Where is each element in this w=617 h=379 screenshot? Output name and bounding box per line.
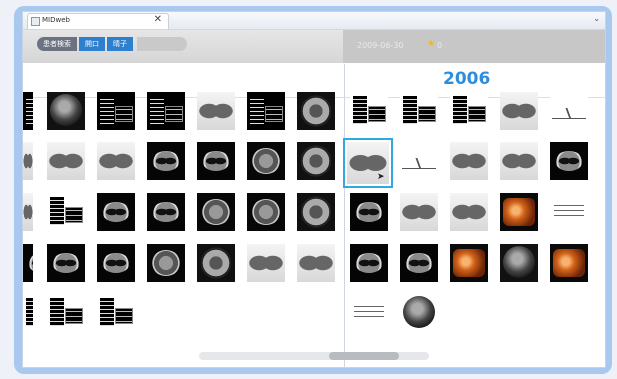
thumbnail-image[interactable]: [47, 142, 85, 180]
thumbnail-image[interactable]: [297, 92, 335, 130]
thumbnail-image[interactable]: [23, 92, 33, 130]
chevron-down-icon[interactable]: ⌄: [593, 14, 600, 23]
tab-title: MIDweb: [42, 16, 70, 24]
thumbnail-image[interactable]: [247, 193, 285, 231]
thumbnail-image[interactable]: [500, 92, 538, 130]
thumbnail-image[interactable]: [247, 142, 285, 180]
thumbnail-image[interactable]: [350, 92, 388, 130]
thumbnail-image[interactable]: [23, 244, 33, 282]
thumbnail-image[interactable]: [47, 193, 85, 231]
thumbnail-image[interactable]: [147, 142, 185, 180]
thumbnail-image[interactable]: [97, 294, 135, 332]
pointer-icon: ➤: [377, 172, 385, 182]
thumbnail-image[interactable]: [500, 142, 538, 180]
thumbnail-image[interactable]: [197, 193, 235, 231]
thumbnail-image[interactable]: [47, 294, 85, 332]
thumbnail-image[interactable]: [550, 244, 588, 282]
thumbnail-image[interactable]: [500, 193, 538, 231]
thumbnail-image[interactable]: [550, 92, 588, 130]
page-icon: [31, 17, 40, 26]
thumbnail-image[interactable]: [147, 92, 185, 130]
thumbnail-image[interactable]: [400, 294, 438, 332]
thumbnail-image[interactable]: [400, 142, 438, 180]
thumbnail-image[interactable]: [400, 244, 438, 282]
year-label: 2006: [443, 69, 491, 89]
thumbnail-image[interactable]: [350, 193, 388, 231]
thumbnail-image[interactable]: [400, 193, 438, 231]
thumbnail-image[interactable]: [350, 244, 388, 282]
thumbnail-image[interactable]: [197, 92, 235, 130]
thumbnail-image[interactable]: [550, 193, 588, 231]
thumbnail-image[interactable]: [247, 244, 285, 282]
breadcrumb-item-search[interactable]: 患者検索: [37, 37, 77, 51]
toolbar: 患者検索 開口 晴子 2009-06-30 ★ 0: [23, 30, 605, 63]
breadcrumb-item-given-name[interactable]: 晴子: [107, 37, 133, 51]
thumbnail-image[interactable]: [97, 244, 135, 282]
year-divider: [344, 64, 345, 367]
thumbnail-image[interactable]: [450, 92, 488, 130]
study-date: 2009-06-30: [357, 41, 404, 50]
breadcrumb-tail: [137, 37, 187, 51]
thumbnail-image[interactable]: [450, 244, 488, 282]
thumbnail-image[interactable]: [97, 92, 135, 130]
thumbnail-image[interactable]: [147, 193, 185, 231]
thumbnail-image[interactable]: [400, 92, 438, 130]
thumbnail-image[interactable]: [550, 142, 588, 180]
browser-tab[interactable]: MIDweb ✕: [27, 13, 169, 29]
breadcrumb-item-surname[interactable]: 開口: [79, 37, 105, 51]
thumbnail-image[interactable]: [247, 92, 285, 130]
thumbnail-image[interactable]: [450, 142, 488, 180]
thumbnail-image[interactable]: [147, 244, 185, 282]
thumbnail-image[interactable]: [297, 193, 335, 231]
thumbnail-image[interactable]: [500, 244, 538, 282]
thumbnail-image[interactable]: [47, 92, 85, 130]
study-info: 2009-06-30 ★ 0: [343, 30, 605, 63]
breadcrumb-bar: 患者検索 開口 晴子: [23, 30, 343, 63]
thumbnail-image[interactable]: [350, 294, 388, 332]
thumbnail-image[interactable]: [23, 294, 33, 332]
star-count: 0: [437, 41, 443, 50]
thumbnail-image[interactable]: [97, 193, 135, 231]
thumbnail-image[interactable]: [97, 142, 135, 180]
thumbnail-image[interactable]: [297, 142, 335, 180]
thumbnail-image[interactable]: [450, 193, 488, 231]
title-bar: MIDweb ✕ ⌄: [23, 12, 605, 30]
thumbnail-image[interactable]: [47, 244, 85, 282]
thumbnail-image[interactable]: [197, 142, 235, 180]
breadcrumb: 患者検索 開口 晴子: [37, 37, 187, 51]
close-icon[interactable]: ✕: [154, 14, 162, 25]
scrollbar-thumb[interactable]: [329, 352, 399, 360]
thumbnail-image[interactable]: [197, 244, 235, 282]
thumbnail-image[interactable]: [23, 193, 33, 231]
horizontal-scrollbar[interactable]: [199, 352, 429, 360]
browser-window: MIDweb ✕ ⌄ 患者検索 開口 晴子 2009-06-30 ★ 0 200…: [22, 11, 606, 368]
star-icon[interactable]: ★: [427, 39, 435, 49]
thumbnail-image[interactable]: [297, 244, 335, 282]
thumbnail-image[interactable]: [23, 142, 33, 180]
